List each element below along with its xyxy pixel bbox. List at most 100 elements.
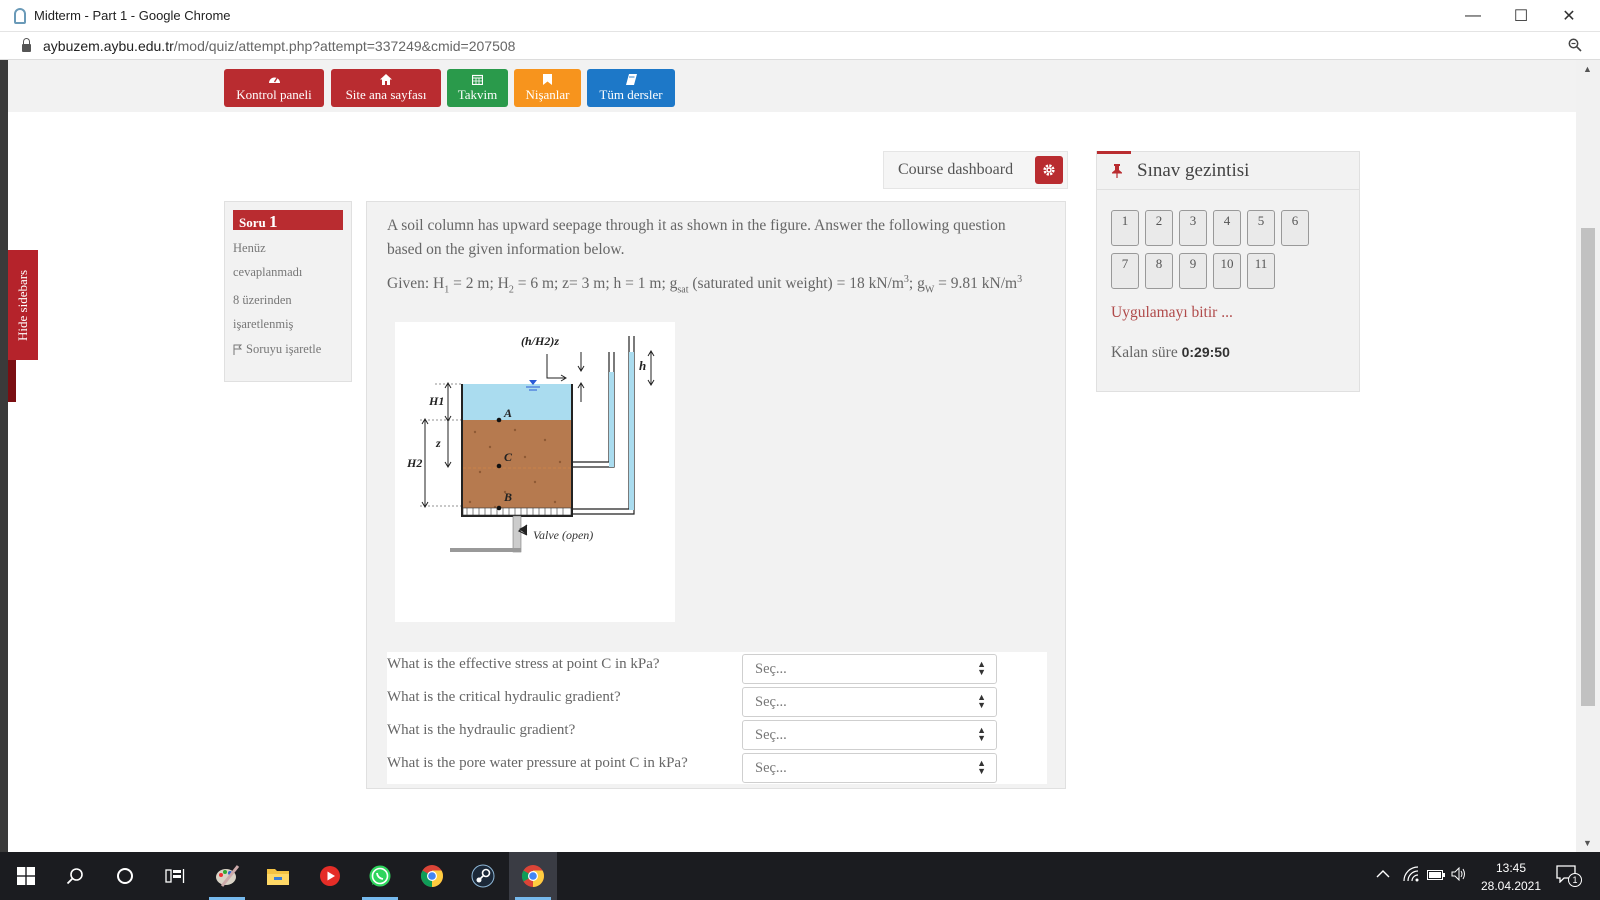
- seepage-diagram: [420, 336, 655, 553]
- soil-layer: [463, 420, 571, 514]
- notification-icon[interactable]: 1: [1556, 865, 1582, 887]
- answer-row: What is the effective stress at point C …: [387, 654, 1047, 686]
- minimize-button[interactable]: —: [1450, 0, 1496, 32]
- finish-attempt-link[interactable]: Uygulamayı bitir ...: [1111, 304, 1233, 322]
- nav-dashboard-button[interactable]: Kontrol paneli: [224, 69, 324, 107]
- question-number-badge: Soru 1: [233, 210, 343, 231]
- hide-sidebars-button[interactable]: Hide sidebars: [8, 250, 38, 360]
- quiz-nav-question-4[interactable]: 4: [1213, 210, 1241, 246]
- answer-select[interactable]: Seç... ▲ ▼: [742, 654, 997, 684]
- time-remaining: Kalan süre 0:29:50: [1111, 344, 1230, 362]
- given-text: = 9.81 kN/m: [934, 275, 1018, 293]
- nav-calendar-button[interactable]: Takvim: [447, 69, 508, 107]
- question-text: A soil column has upward seepage through…: [387, 217, 1006, 258]
- nav-badges-button[interactable]: Nişanlar: [514, 69, 581, 107]
- answer-list: What is the effective stress at point C …: [387, 652, 1047, 784]
- wifi-icon[interactable]: [1403, 866, 1419, 884]
- course-dashboard[interactable]: Course dashboard: [883, 151, 1068, 189]
- quiz-nav-question-11[interactable]: 11: [1247, 253, 1275, 289]
- question-points: 8 üzerinden işaretlenmiş: [233, 288, 343, 336]
- quiz-nav-question-10[interactable]: 10: [1213, 253, 1241, 289]
- answer-select-value: Seç...: [755, 727, 787, 743]
- maximize-button[interactable]: ☐: [1498, 0, 1544, 32]
- course-dashboard-label: Course dashboard: [898, 161, 1014, 178]
- quiz-nav-question-7[interactable]: 7: [1111, 253, 1139, 289]
- quiz-nav-question-2[interactable]: 2: [1145, 210, 1173, 246]
- answer-select[interactable]: Seç... ▲ ▼: [742, 720, 997, 750]
- answer-row: What is the hydraulic gradient? Seç... ▲ ▼: [387, 720, 1047, 752]
- task-view-icon[interactable]: [151, 852, 199, 900]
- windows-start-icon[interactable]: [2, 852, 50, 900]
- page-scrollbar[interactable]: ▲ ▼: [1576, 60, 1600, 852]
- volume-icon[interactable]: [1451, 866, 1467, 883]
- flag-label: Soruyu işaretle: [246, 342, 322, 356]
- flag-question-button[interactable]: Soruyu işaretle: [233, 342, 343, 357]
- steam-icon[interactable]: [459, 852, 507, 900]
- scroll-down-icon[interactable]: ▼: [1583, 838, 1592, 848]
- select-caret-icon: ▲ ▼: [977, 725, 986, 743]
- figure-label-valve: Valve (open): [533, 528, 594, 542]
- taskbar: 13:45 28.04.2021 1: [0, 852, 1600, 900]
- given-text: ; g: [908, 275, 925, 293]
- quiz-nav-question-1[interactable]: 1: [1111, 210, 1139, 246]
- scroll-up-icon[interactable]: ▲: [1583, 64, 1592, 74]
- figure-label-B: B: [504, 490, 513, 504]
- water-layer: [463, 384, 571, 420]
- lock-icon: [22, 37, 31, 52]
- clock-time: 13:45: [1495, 861, 1527, 875]
- answer-select[interactable]: Seç... ▲ ▼: [742, 687, 997, 717]
- given-sup: 3: [1017, 274, 1023, 285]
- nav-all-courses-button[interactable]: Tüm dersler: [587, 69, 675, 107]
- nav-home-button[interactable]: Site ana sayfası: [331, 69, 441, 107]
- quiz-nav-question-3[interactable]: 3: [1179, 210, 1207, 246]
- quiz-nav-question-9[interactable]: 9: [1179, 253, 1207, 289]
- gear-icon[interactable]: [1035, 156, 1063, 184]
- zoom-icon[interactable]: [1568, 38, 1582, 52]
- address-bar[interactable]: aybuzem.aybu.edu.tr/mod/quiz/attempt.php…: [0, 32, 1600, 60]
- paint-app-icon[interactable]: [203, 852, 251, 900]
- chrome-active-icon[interactable]: [509, 852, 557, 900]
- points-line: işaretlenmiş: [233, 317, 294, 331]
- figure-label-H1: H1: [429, 394, 445, 408]
- calendar-icon: [447, 74, 508, 88]
- answer-question: What is the critical hydraulic gradient?: [387, 689, 621, 705]
- search-icon[interactable]: [51, 852, 99, 900]
- time-remaining-value: 0:29:50: [1181, 344, 1230, 360]
- media-player-icon[interactable]: [306, 852, 354, 900]
- clock-date: 28.04.2021: [1480, 879, 1542, 893]
- answer-select[interactable]: Seç... ▲ ▼: [742, 753, 997, 783]
- select-caret-icon: ▲ ▼: [977, 758, 986, 776]
- file-explorer-icon[interactable]: [254, 852, 302, 900]
- flag-icon: [233, 344, 242, 355]
- quiz-nav-question-8[interactable]: 8: [1145, 253, 1173, 289]
- scrollbar-thumb[interactable]: [1581, 228, 1595, 706]
- figure-label-A: A: [504, 406, 513, 420]
- whatsapp-icon[interactable]: [356, 852, 404, 900]
- answer-question: What is the effective stress at point C …: [387, 656, 660, 672]
- window-titlebar: Midterm - Part 1 - Google Chrome — ☐ ✕: [0, 0, 1600, 32]
- battery-icon[interactable]: [1427, 869, 1445, 883]
- close-button[interactable]: ✕: [1546, 0, 1592, 32]
- nav-home-label: Site ana sayfası: [345, 87, 427, 102]
- book-icon: [587, 74, 675, 88]
- clock[interactable]: 13:45 28.04.2021: [1478, 859, 1544, 900]
- figure-label-C: C: [504, 450, 513, 464]
- quiz-nav-question-5[interactable]: 5: [1247, 210, 1275, 246]
- show-hidden-icons[interactable]: [1376, 868, 1390, 884]
- answer-select-value: Seç...: [755, 694, 787, 710]
- top-nav: Kontrol paneli Site ana sayfası Takvim N…: [8, 60, 1576, 112]
- given-text: = 2 m; H: [449, 275, 509, 293]
- nav-all-courses-label: Tüm dersler: [599, 87, 663, 102]
- given-sub: W: [924, 284, 935, 296]
- dashboard-icon: [224, 74, 324, 88]
- given-values: Given: H1 = 2 m; H2 = 6 m; z= 3 m; h = 1…: [387, 268, 1037, 302]
- given-text: (saturated unit weight) = 18 kN/m: [688, 275, 904, 293]
- quiz-nav-question-6[interactable]: 6: [1281, 210, 1309, 246]
- window-title: Midterm - Part 1 - Google Chrome: [34, 8, 231, 23]
- bookmark-icon: [514, 74, 581, 88]
- figure-label-H2: H2: [407, 456, 423, 470]
- nav-dashboard-label: Kontrol paneli: [236, 87, 312, 102]
- chrome-icon[interactable]: [408, 852, 456, 900]
- cortana-icon[interactable]: [101, 852, 149, 900]
- time-remaining-label: Kalan süre: [1111, 344, 1178, 361]
